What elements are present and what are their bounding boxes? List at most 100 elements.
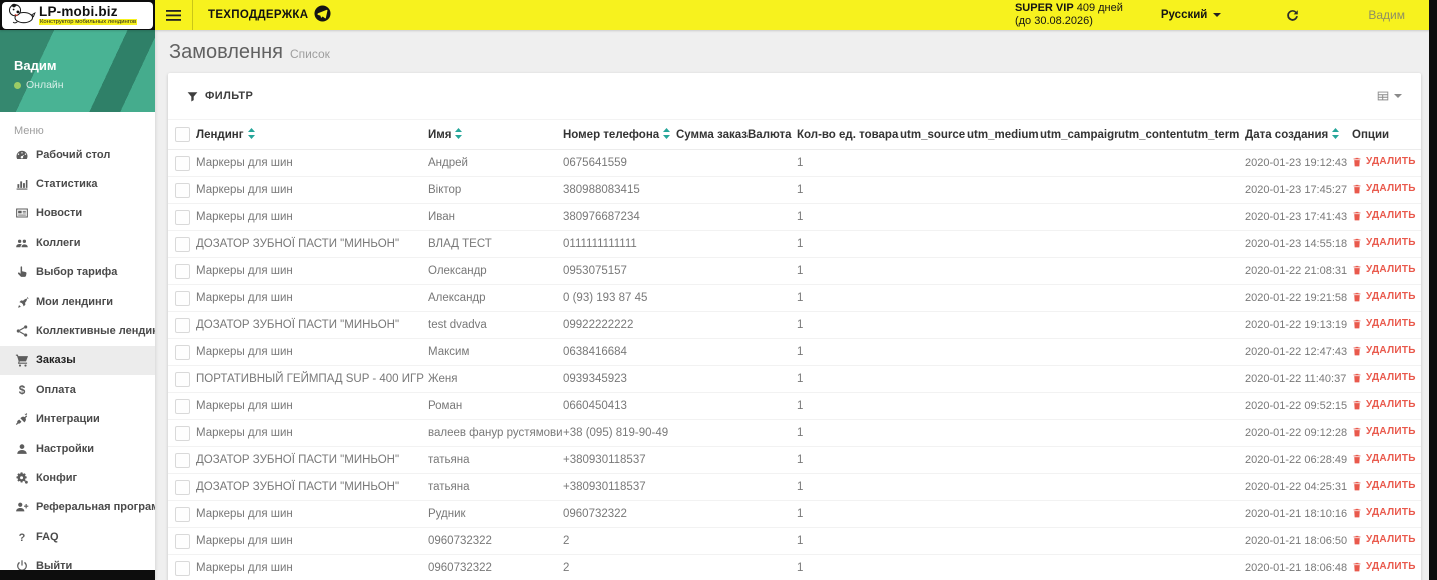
cell-currency [748,365,797,393]
sidebar-item-13[interactable]: ? FAQ [0,522,155,551]
row-checkbox[interactable] [175,263,190,279]
delete-label: УДАЛИТЬ [1366,237,1416,249]
filter-button[interactable]: ФИЛЬТР [187,90,253,102]
row-checkbox[interactable] [175,533,190,549]
delete-button[interactable]: УДАЛИТЬ [1352,507,1416,518]
cell-created: 2020-01-22 19:21:58 [1245,284,1352,312]
sidebar-item-2[interactable]: Новости [0,199,155,228]
delete-button[interactable]: УДАЛИТЬ [1352,237,1416,248]
logo-area: LP-mobi.biz Конструктор мобильных лендин… [0,0,155,30]
column-label: utm_term [1187,128,1240,141]
row-checkbox[interactable] [175,344,190,360]
sidebar-item-4[interactable]: Выбор тарифа [0,258,155,287]
trash-icon [1353,211,1361,221]
column-header-1[interactable]: Имя [428,119,563,150]
refresh-button[interactable] [1252,8,1333,23]
cell-utm_term [1187,149,1245,177]
delete-button[interactable]: УДАЛИТЬ [1352,156,1416,167]
cell-utm_campaign [1040,527,1118,555]
cell-landing: ДОЗАТОР ЗУБНОЇ ПАСТИ "МИНЬОН" [196,473,428,501]
select-all-checkbox[interactable] [175,127,190,142]
logo[interactable]: LP-mobi.biz Конструктор мобильных лендин… [2,1,153,29]
delete-button[interactable]: УДАЛИТЬ [1352,399,1416,410]
filter-label: ФИЛЬТР [205,90,254,102]
sidebar-item-9[interactable]: Интеграции [0,405,155,434]
delete-button[interactable]: УДАЛИТЬ [1352,264,1416,275]
cell-sum [676,284,748,312]
row-checkbox[interactable] [175,317,190,333]
cell-sum [676,392,748,420]
delete-button[interactable]: УДАЛИТЬ [1352,183,1416,194]
plan-days: 409 дней [1076,1,1123,14]
orders-card: ФИЛЬТР Лендинг Имя Номер телефона Сумма … [168,73,1421,580]
row-checkbox[interactable] [175,398,190,414]
row-checkbox[interactable] [175,209,190,225]
row-checkbox[interactable] [175,479,190,495]
svg-text:?: ? [18,532,25,544]
column-header-2[interactable]: Номер телефона [563,119,676,150]
logo-title: LP-mobi.biz [39,4,118,19]
delete-button[interactable]: УДАЛИТЬ [1352,561,1416,572]
cell-phone: +38 (095) 819-90-49 [563,419,676,447]
delete-button[interactable]: УДАЛИТЬ [1352,534,1416,545]
delete-label: УДАЛИТЬ [1366,156,1416,168]
row-checkbox[interactable] [175,425,190,441]
sidebar-item-3[interactable]: Коллеги [0,228,155,257]
sidebar-item-7[interactable]: Заказы [0,345,155,376]
sidebar-item-5[interactable]: Мои лендинги [0,287,155,316]
sidebar-item-10[interactable]: Настройки [0,434,155,463]
support-button[interactable]: ТЕХПОДДЕРЖКА [193,0,346,30]
sidebar-item-1[interactable]: Статистика [0,169,155,198]
sidebar-item-0[interactable]: Рабочий стол [0,140,155,169]
dollar-icon: $ [14,383,29,397]
delete-button[interactable]: УДАЛИТЬ [1352,453,1416,464]
columns-selector-button[interactable] [1376,89,1402,103]
delete-button[interactable]: УДАЛИТЬ [1352,291,1416,302]
cell-utm_medium [967,149,1040,177]
row-checkbox[interactable] [175,560,190,576]
cell-name: татьяна [428,446,563,474]
cell-options: УДАЛИТЬ [1352,284,1421,312]
row-checkbox[interactable] [175,182,190,198]
sidebar-item-label: Коллеги [36,236,81,249]
column-label: utm_campaign [1040,128,1118,141]
tariff-icon [14,265,29,279]
cell-utm_medium [967,284,1040,312]
delete-button[interactable]: УДАЛИТЬ [1352,345,1416,356]
row-checkbox[interactable] [175,452,190,468]
account-menu[interactable]: Вадим [1334,8,1437,22]
sidebar-item-12[interactable]: Реферальная программа [0,493,155,522]
column-header-11[interactable]: Дата создания [1245,119,1352,150]
cell-qty: 1 [797,554,900,580]
sidebar-item-8[interactable]: $ Оплата [0,375,155,404]
cell-landing: Маркеры для шин [196,554,428,580]
table-grid-icon [1377,91,1389,101]
row-checkbox[interactable] [175,290,190,306]
delete-button[interactable]: УДАЛИТЬ [1352,480,1416,491]
column-header-0[interactable]: Лендинг [196,119,428,150]
delete-button[interactable]: УДАЛИТЬ [1352,210,1416,221]
delete-button[interactable]: УДАЛИТЬ [1352,372,1416,383]
cell-utm_content [1118,338,1187,366]
row-checkbox[interactable] [175,506,190,522]
cell-sum [676,257,748,285]
delete-button[interactable]: УДАЛИТЬ [1352,318,1416,329]
plan-until: (до 30.08.2026) [1014,15,1093,27]
sidebar-item-6[interactable]: Коллективные лендинги [0,316,155,345]
delete-button[interactable]: УДАЛИТЬ [1352,426,1416,437]
cell-utm_medium [967,473,1040,501]
cell-qty: 1 [797,527,900,555]
cell-utm_campaign [1040,176,1118,204]
trash-icon [1353,508,1361,518]
language-selector[interactable]: Русский [1161,9,1251,21]
sidebar-item-label: Новости [36,207,83,220]
table-row: ДОЗАТОР ЗУБНОЇ ПАСТИ "МИНЬОН" ВЛАД ТЕСТ 01… [168,230,1421,258]
row-checkbox[interactable] [175,155,190,171]
row-checkbox[interactable] [175,236,190,252]
cell-utm_term [1187,446,1245,474]
cell-sum [676,473,748,501]
sidebar-item-11[interactable]: Конфиг [0,463,155,492]
hamburger-menu-button[interactable] [155,0,193,30]
dashboard-icon [14,148,29,162]
row-checkbox[interactable] [175,371,190,387]
